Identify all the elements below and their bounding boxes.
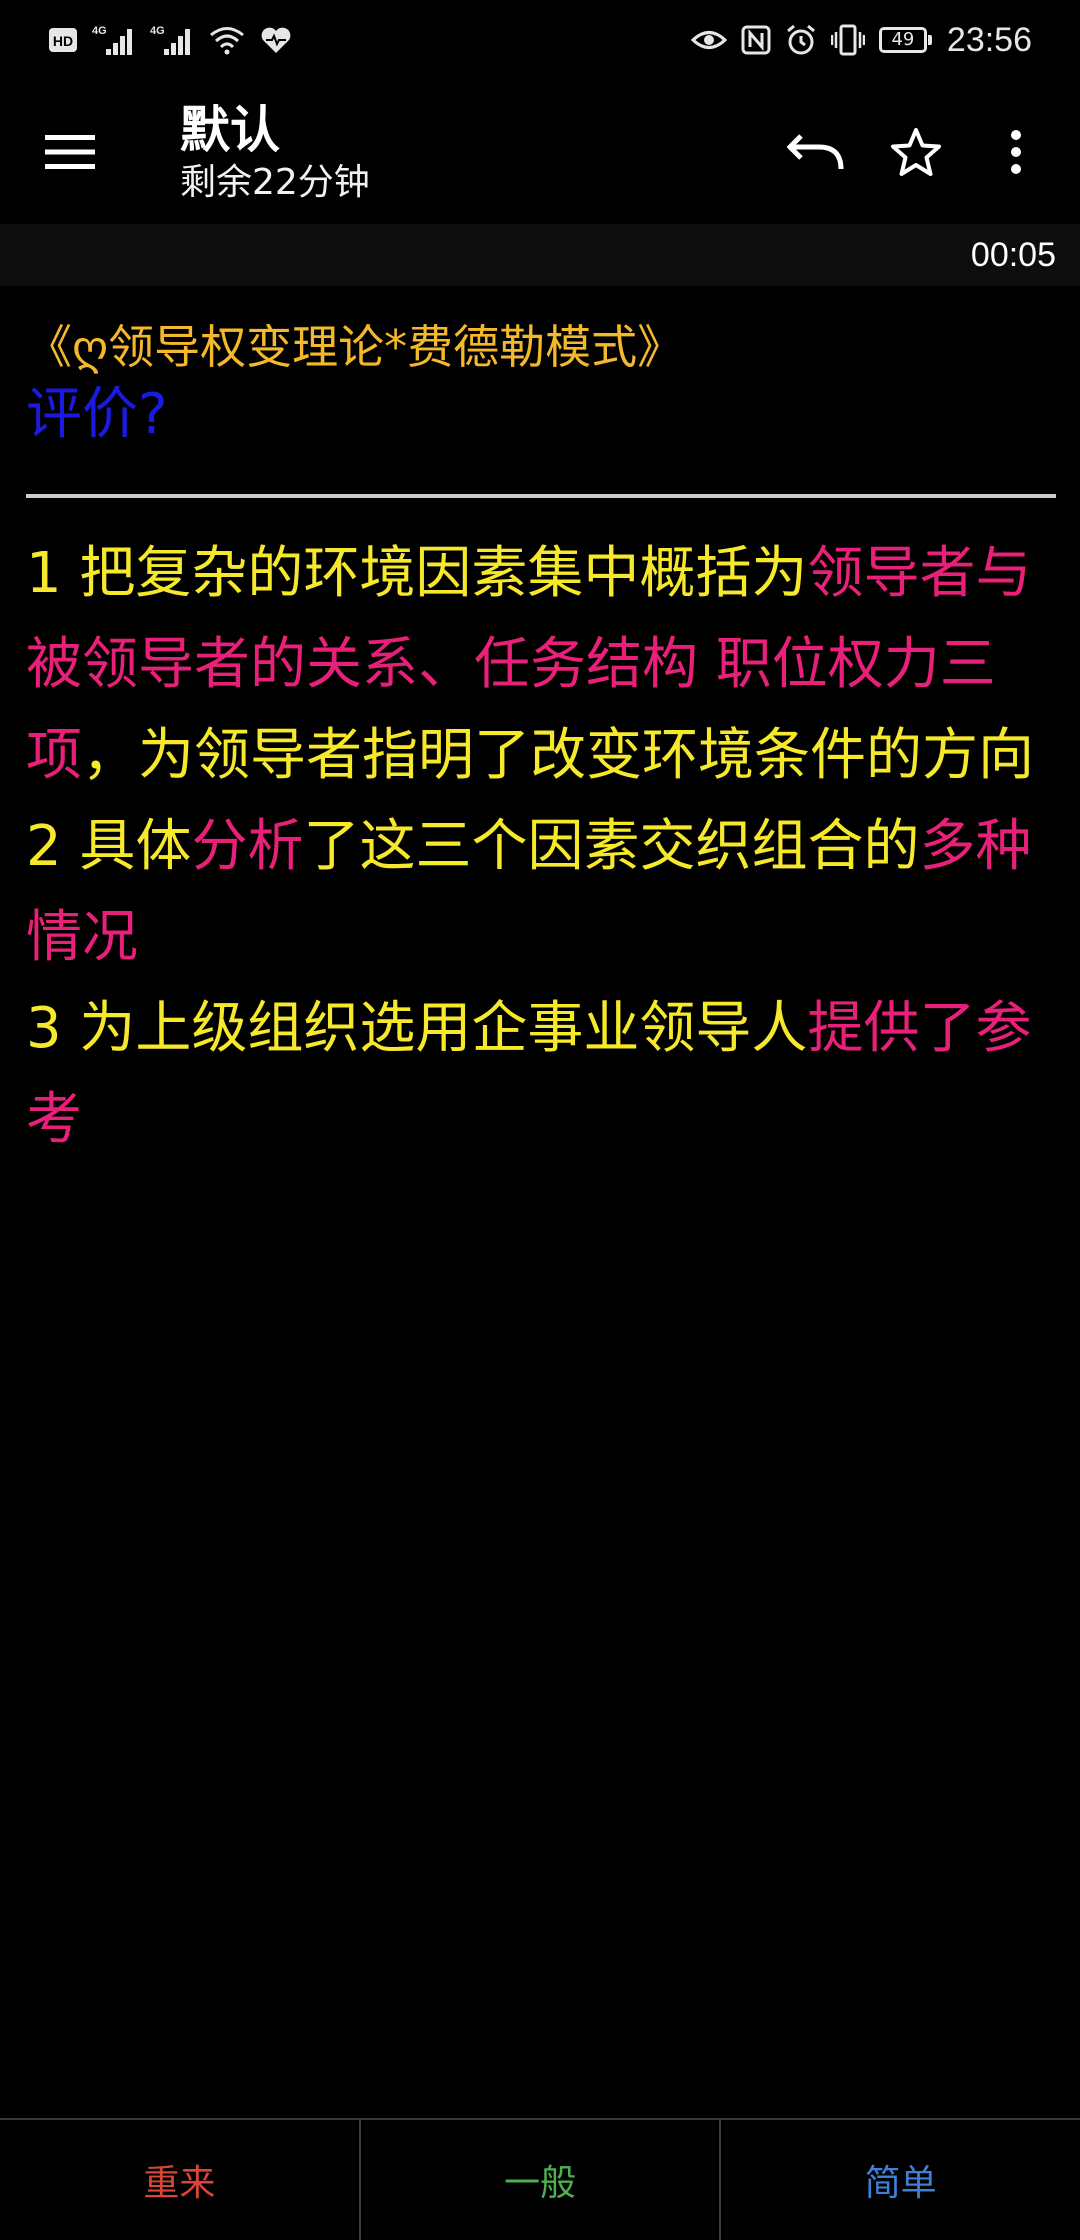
title-block: 默认 剩余22分钟 bbox=[180, 99, 370, 205]
answer-text: 1 把复杂的环境因素集中概括为 bbox=[26, 541, 808, 606]
signal-4g-icon: 4G bbox=[150, 23, 194, 57]
vibrate-icon bbox=[830, 24, 865, 56]
alarm-icon bbox=[785, 24, 817, 56]
answer-line-3: 3 为上级组织选用企事业领导人提供了参考 bbox=[26, 983, 1060, 1165]
svg-text:4G: 4G bbox=[150, 25, 165, 37]
status-left: HD 4G 4G bbox=[48, 23, 292, 57]
card-content[interactable]: 《ღ领导权变理论*费德勒模式》 评价? 1 把复杂的环境因素集中概括为领导者与被… bbox=[26, 286, 1060, 1165]
answer-text: 2 具体 bbox=[26, 814, 192, 879]
eye-icon bbox=[690, 27, 727, 53]
wifi-icon bbox=[208, 25, 246, 55]
deck-title: 默认 bbox=[180, 101, 280, 159]
undo-button[interactable] bbox=[766, 102, 866, 202]
timer-strip: 00:05 bbox=[0, 224, 1080, 286]
card-question: 评价? bbox=[26, 382, 168, 447]
hd-icon: HD bbox=[48, 27, 78, 53]
battery-indicator: 49 bbox=[878, 27, 932, 53]
answer-text: ，为领导者指明了改变环境条件的方向 bbox=[82, 723, 1034, 788]
svg-text:HD: HD bbox=[53, 33, 73, 49]
good-button[interactable]: 一般 bbox=[361, 2120, 722, 2240]
favorite-button[interactable] bbox=[866, 102, 966, 202]
answer-text: 了这三个因素交织组合的 bbox=[303, 814, 920, 879]
app-bar: 默认 剩余22分钟 bbox=[0, 80, 1080, 224]
nfc-icon bbox=[741, 25, 771, 55]
more-vert-icon bbox=[1011, 130, 1021, 174]
app-bar-actions bbox=[766, 102, 1066, 202]
star-icon bbox=[891, 128, 941, 176]
answer-highlight: 分析 bbox=[191, 814, 304, 879]
question-answer-divider bbox=[26, 494, 1056, 498]
status-bar: HD 4G 4G 49 23:56 bbox=[0, 0, 1080, 80]
again-button[interactable]: 重来 bbox=[0, 2120, 361, 2240]
menu-button[interactable] bbox=[34, 116, 106, 188]
status-time: 23:56 bbox=[946, 20, 1032, 59]
more-options-button[interactable] bbox=[966, 102, 1066, 202]
signal-4g-icon: 4G bbox=[92, 23, 136, 57]
status-right: 49 23:56 bbox=[690, 20, 1032, 60]
time-remaining: 剩余22分钟 bbox=[180, 162, 370, 203]
easy-button[interactable]: 简单 bbox=[721, 2120, 1080, 2240]
answer-line-2: 2 具体分析了这三个因素交织组合的多种情况 bbox=[26, 801, 1060, 983]
undo-icon bbox=[787, 134, 844, 170]
answer-buttons-bar: 重来 一般 简单 bbox=[0, 2118, 1080, 2240]
svg-text:4G: 4G bbox=[92, 25, 107, 37]
answer-text: 3 为上级组织选用企事业领导人 bbox=[26, 996, 808, 1061]
health-icon bbox=[260, 25, 292, 55]
hamburger-menu-icon bbox=[45, 135, 95, 169]
answer-line-1: 1 把复杂的环境因素集中概括为领导者与被领导者的关系、任务结构 职位权力三项，为… bbox=[26, 528, 1060, 801]
card-timer: 00:05 bbox=[970, 235, 1056, 274]
card-answer: 1 把复杂的环境因素集中概括为领导者与被领导者的关系、任务结构 职位权力三项，为… bbox=[26, 528, 1060, 1165]
card-topic: 《ღ领导权变理论*费德勒模式》 bbox=[26, 320, 684, 374]
